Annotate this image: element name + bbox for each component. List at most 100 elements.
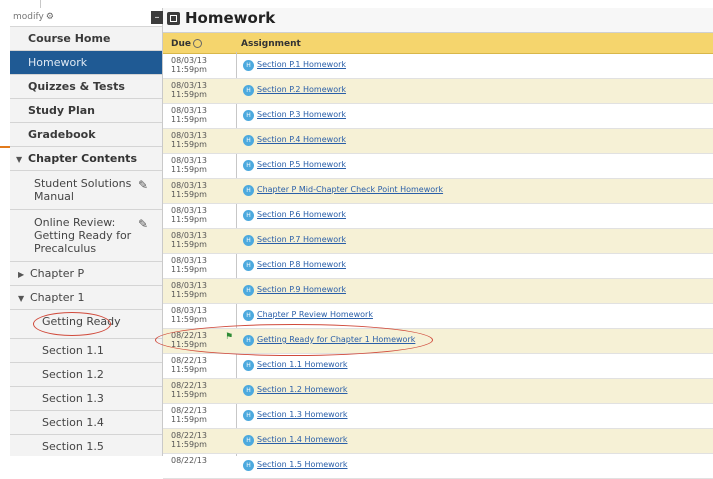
due-date-time: 11:59pm: [171, 315, 207, 324]
assignment-link[interactable]: Section P.6 Homework: [257, 210, 346, 219]
assignment-link[interactable]: Section P.3 Homework: [257, 110, 346, 119]
due-column-header[interactable]: Due: [171, 39, 202, 49]
nav-section-1-2[interactable]: Section 1.2: [10, 363, 162, 387]
nav-chapter-contents[interactable]: ▼ Chapter Contents: [10, 147, 162, 171]
nav-chapter-p[interactable]: ▶ Chapter P: [10, 262, 162, 286]
homework-badge-icon: H: [243, 85, 254, 96]
online-review-label: Online Review: Getting Ready for Precalc…: [34, 216, 132, 255]
modify-label[interactable]: modify: [13, 12, 44, 22]
table-row: 08/03/13 11:59pm H Section P.1 Homework: [163, 54, 713, 79]
table-row: 08/03/13 11:59pm H Section P.3 Homework: [163, 104, 713, 129]
assignment-link[interactable]: Section P.5 Homework: [257, 160, 346, 169]
getting-ready-label: Getting Ready: [42, 315, 121, 328]
due-date-day: 08/03/13: [171, 156, 207, 165]
table-row: 08/22/13 11:59pm H Section 1.3 Homework: [163, 404, 713, 429]
due-date-time: 11:59pm: [171, 190, 207, 199]
due-date-day: 08/03/13: [171, 206, 207, 215]
modify-link[interactable]: modify ⚙: [10, 8, 162, 27]
nav-course-home[interactable]: Course Home: [10, 27, 162, 51]
gear-icon[interactable]: ⚙: [46, 8, 54, 26]
assignment-link[interactable]: Section P.9 Homework: [257, 285, 346, 294]
assignment-link[interactable]: Section P.1 Homework: [257, 60, 346, 69]
nav-homework[interactable]: Homework: [10, 51, 162, 75]
nav-gradebook[interactable]: Gradebook: [10, 123, 162, 147]
sidebar: modify ⚙ Course Home Homework Quizzes & T…: [10, 8, 163, 456]
chapter-p-label: Chapter P: [30, 267, 85, 280]
due-date: 08/03/13 11:59pm: [171, 106, 207, 124]
table-row: 08/22/13 11:59pm ⚑ H Getting Ready for Chapt…: [155, 324, 713, 356]
assignment-link[interactable]: Section P.4 Homework: [257, 135, 346, 144]
main-content: – Homework Due Assignment 08/03/13 11:59p…: [151, 8, 713, 479]
assignment-link[interactable]: Chapter P Review Homework: [257, 310, 373, 319]
due-date-time: 11:59pm: [171, 440, 207, 449]
homework-badge-icon: H: [243, 235, 254, 246]
homework-badge-icon: H: [243, 285, 254, 296]
student-solutions-label: Student Solutions Manual: [34, 177, 132, 203]
assignment-link[interactable]: Section 1.4 Homework: [257, 435, 348, 444]
homework-badge-icon: H: [243, 135, 254, 146]
assignment-link[interactable]: Section P.2 Homework: [257, 85, 346, 94]
nav-section-1-4[interactable]: Section 1.4: [10, 411, 162, 435]
nav-chapter-1[interactable]: ▼ Chapter 1: [10, 286, 162, 310]
pencil-off-icon: ✎: [137, 217, 148, 231]
table-row: 08/22/13 11:59pm H Section 1.4 Homework: [163, 429, 713, 454]
due-date-day: 08/03/13: [171, 106, 207, 115]
nav-section-1-3[interactable]: Section 1.3: [10, 387, 162, 411]
chapter-contents-label: Chapter Contents: [28, 152, 137, 165]
assignment-link[interactable]: Chapter P Mid-Chapter Check Point Homewo…: [257, 185, 443, 194]
nav-student-solutions[interactable]: Student Solutions Manual ✎: [10, 171, 162, 210]
due-date: 08/22/13 11:59pm: [171, 381, 207, 399]
homework-badge-icon: H: [243, 260, 254, 271]
nav-section-1-1[interactable]: Section 1.1: [10, 339, 162, 363]
title-bar: – Homework: [151, 8, 713, 33]
sidebar-nav: Course Home Homework Quizzes & Tests Stu…: [10, 27, 162, 456]
due-date: 08/03/13 11:59pm: [171, 306, 207, 324]
due-date-day: 08/03/13: [171, 181, 207, 190]
assignment-link[interactable]: Section 1.5 Homework: [257, 460, 348, 469]
due-date: 08/03/13 11:59pm: [171, 131, 207, 149]
nav-study-plan[interactable]: Study Plan: [10, 99, 162, 123]
due-date-day: 08/03/13: [171, 56, 207, 65]
homework-page-icon: [167, 12, 180, 25]
homework-badge-icon: H: [243, 185, 254, 196]
chapter-1-label: Chapter 1: [30, 291, 85, 304]
nav-getting-ready[interactable]: Getting Ready: [10, 310, 162, 339]
collapse-icon[interactable]: –: [151, 11, 163, 24]
homework-badge-icon: H: [243, 160, 254, 171]
homework-badge-icon: H: [243, 460, 254, 471]
due-date: 08/22/13 11:59pm: [171, 356, 207, 374]
due-date: 08/22/13: [171, 456, 207, 465]
nav-online-review[interactable]: Online Review: Getting Ready for Precalc…: [10, 210, 162, 262]
due-date-day: 08/22/13: [171, 431, 207, 440]
homework-badge-icon: H: [243, 210, 254, 221]
due-date-time: 11:59pm: [171, 240, 207, 249]
due-date-day: 08/22/13: [171, 356, 207, 365]
nav-quizzes-tests[interactable]: Quizzes & Tests: [10, 75, 162, 99]
table-row: 08/03/13 11:59pm H Section P.8 Homework: [163, 254, 713, 279]
assignment-link[interactable]: Section P.8 Homework: [257, 260, 346, 269]
due-date-time: 11:59pm: [171, 215, 207, 224]
due-date-time: 11:59pm: [171, 265, 207, 274]
table-row: 08/03/13 11:59pm H Section P.5 Homework: [163, 154, 713, 179]
due-date-day: 08/22/13: [171, 331, 207, 340]
due-date: 08/03/13 11:59pm: [171, 81, 207, 99]
assignment-link[interactable]: Section P.7 Homework: [257, 235, 346, 244]
table-row: 08/03/13 11:59pm H Section P.7 Homework: [163, 229, 713, 254]
triangle-down-icon: ▼: [18, 294, 25, 303]
orange-marker: [0, 146, 10, 148]
assignment-link[interactable]: Section 1.2 Homework: [257, 385, 348, 394]
assignment-link[interactable]: Section 1.3 Homework: [257, 410, 348, 419]
due-date-day: 08/03/13: [171, 256, 207, 265]
homework-badge-icon: H: [243, 110, 254, 121]
table-row: 08/03/13 11:59pm H Section P.6 Homework: [163, 204, 713, 229]
due-date: 08/03/13 11:59pm: [171, 231, 207, 249]
assignment-link[interactable]: Section 1.1 Homework: [257, 360, 348, 369]
triangle-down-icon: ▼: [16, 155, 23, 164]
due-date: 08/03/13 11:59pm: [171, 281, 207, 299]
due-date: 08/03/13 11:59pm: [171, 181, 207, 199]
page-title: Homework: [185, 9, 276, 27]
assignment-link[interactable]: Getting Ready for Chapter 1 Homework: [257, 335, 415, 344]
due-date-time: 11:59pm: [171, 340, 207, 349]
homework-badge-icon: H: [243, 335, 254, 346]
nav-section-1-5[interactable]: Section 1.5: [10, 435, 162, 456]
